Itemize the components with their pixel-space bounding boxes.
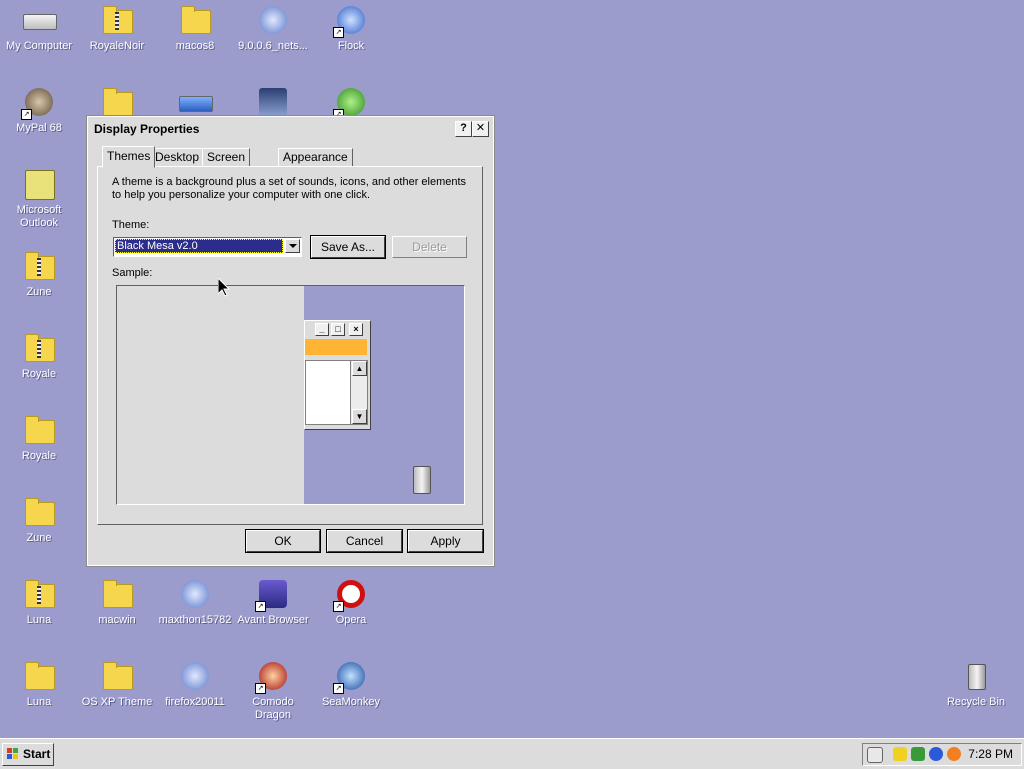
comodo-icon: ↗: [255, 660, 289, 694]
sample-recycle-bin-icon: [413, 466, 431, 494]
start-label: Start: [23, 747, 51, 761]
clock[interactable]: 7:28 PM: [968, 747, 1013, 761]
sample-label: Sample:: [112, 267, 153, 279]
desktop-icon-outlook[interactable]: Microsoft Outlook: [0, 168, 78, 230]
desktop-icon-macos8[interactable]: macos8: [156, 4, 234, 53]
desktop-icon-royalenoir[interactable]: RoyaleNoir: [78, 4, 156, 53]
desktop-icon-royale-folder[interactable]: Royale: [0, 414, 78, 463]
close-button[interactable]: ✕: [472, 121, 489, 137]
chevron-down-icon[interactable]: [285, 239, 300, 253]
app-icon: [257, 86, 289, 118]
start-button[interactable]: Start: [2, 743, 54, 766]
sample-window: _ □ × ▲ ▼: [304, 320, 371, 430]
flock-icon: ↗: [333, 4, 367, 38]
desktop-icon-royale-zip[interactable]: Royale: [0, 332, 78, 381]
browser-tray-icon[interactable]: [929, 747, 943, 761]
security-shield-icon[interactable]: [893, 747, 907, 761]
folder-icon: [23, 660, 55, 692]
ok-button[interactable]: OK: [245, 529, 321, 553]
desktop-icon-flock[interactable]: ↗ Flock: [312, 4, 390, 53]
desktop-icon-recycle-bin[interactable]: Recycle Bin: [936, 660, 1016, 709]
dragon-icon: ↗: [333, 86, 367, 120]
desktop-icon-zune[interactable]: Zune: [0, 250, 78, 299]
mouse-cursor-icon: [218, 278, 230, 297]
folder-icon: [179, 4, 211, 36]
folder-icon: [101, 660, 133, 692]
zip-folder-icon: [101, 4, 133, 36]
theme-sample-preview: _ □ × ▲ ▼: [116, 285, 465, 505]
desktop-icon-zune-folder[interactable]: Zune: [0, 496, 78, 545]
desktop-icon-maxthon[interactable]: maxthon15782: [156, 578, 234, 627]
folder-icon: [23, 414, 55, 446]
tab-themes[interactable]: Themes: [102, 146, 156, 168]
setup-icon: [179, 86, 213, 118]
tab-desktop[interactable]: Desktop: [150, 148, 205, 167]
system-tray: 7:28 PM: [862, 743, 1022, 766]
desktop-icon-mypal[interactable]: ↗ MyPal 68: [0, 86, 78, 135]
tab-appearance[interactable]: Appearance: [278, 148, 353, 167]
theme-description: A theme is a background plus a set of so…: [112, 176, 467, 201]
theme-select-value: Black Mesa v2.0: [115, 239, 283, 253]
tab-screen-saver[interactable]: Screen Saver: [202, 148, 251, 181]
sample-window-body: [305, 360, 352, 425]
folder-icon: [101, 86, 133, 118]
windows-flag-icon: [7, 748, 19, 760]
apply-button[interactable]: Apply: [407, 529, 484, 553]
themes-panel: A theme is a background plus a set of so…: [97, 166, 483, 525]
sample-caption-bar: [305, 339, 367, 355]
desktop-icon-osxp[interactable]: OS XP Theme: [78, 660, 156, 709]
scroll-down-icon: ▼: [352, 409, 367, 424]
scroll-up-icon: ▲: [352, 361, 367, 376]
desktop-icon-luna-folder[interactable]: Luna: [0, 660, 78, 709]
opera-icon: ↗: [333, 578, 367, 612]
desktop-icon-netscape-installer[interactable]: 9.0.0.6_nets...: [234, 4, 312, 53]
outlook-icon: [23, 168, 55, 200]
installer-icon: [257, 4, 289, 36]
desktop-icon-luna-zip[interactable]: Luna: [0, 578, 78, 627]
folder-icon: [23, 496, 55, 528]
seamonkey-icon: ↗: [333, 660, 367, 694]
avant-icon: ↗: [255, 578, 289, 612]
desktop-icon-firefox[interactable]: firefox20011: [156, 660, 234, 709]
title-bar[interactable]: Display Properties ? ✕: [90, 119, 491, 139]
taskbar: Start 7:28 PM: [0, 738, 1024, 769]
network-icon[interactable]: [911, 747, 925, 761]
zip-folder-icon: [23, 578, 55, 610]
delete-button[interactable]: Delete: [392, 236, 467, 258]
display-properties-dialog: Display Properties ? ✕ Themes Desktop Sc…: [86, 115, 495, 567]
sample-scrollbar: ▲ ▼: [350, 360, 368, 425]
desktop-icon-opera[interactable]: ↗ Opera: [312, 578, 390, 627]
maximize-icon: □: [331, 323, 345, 336]
desktop-icon-comodo[interactable]: ↗ Comodo Dragon: [234, 660, 312, 722]
save-as-button[interactable]: Save As...: [310, 235, 386, 259]
zip-folder-icon: [23, 332, 55, 364]
raccoon-icon: ↗: [21, 86, 55, 120]
computer-icon: [23, 4, 57, 36]
folder-icon: [101, 578, 133, 610]
minimize-icon: _: [315, 323, 329, 336]
installer-icon: [179, 578, 211, 610]
desktop-icon-avant[interactable]: ↗ Avant Browser: [234, 578, 312, 627]
desktop-icon-macwin[interactable]: macwin: [78, 578, 156, 627]
help-button[interactable]: ?: [455, 121, 472, 137]
installer-icon: [179, 660, 211, 692]
theme-label: Theme:: [112, 219, 150, 231]
cancel-button[interactable]: Cancel: [326, 529, 403, 553]
desktop-icon-seamonkey[interactable]: ↗ SeaMonkey: [312, 660, 390, 709]
keyboard-icon[interactable]: [867, 747, 883, 763]
dialog-title: Display Properties: [94, 122, 200, 136]
search-tray-icon[interactable]: [947, 747, 961, 761]
recycle-bin-icon: [960, 660, 992, 692]
sample-background-area: [117, 286, 304, 504]
zip-folder-icon: [23, 250, 55, 282]
theme-select[interactable]: Black Mesa v2.0: [113, 237, 302, 257]
close-icon: ×: [349, 323, 363, 336]
desktop-icon-my-computer[interactable]: My Computer: [0, 4, 78, 53]
